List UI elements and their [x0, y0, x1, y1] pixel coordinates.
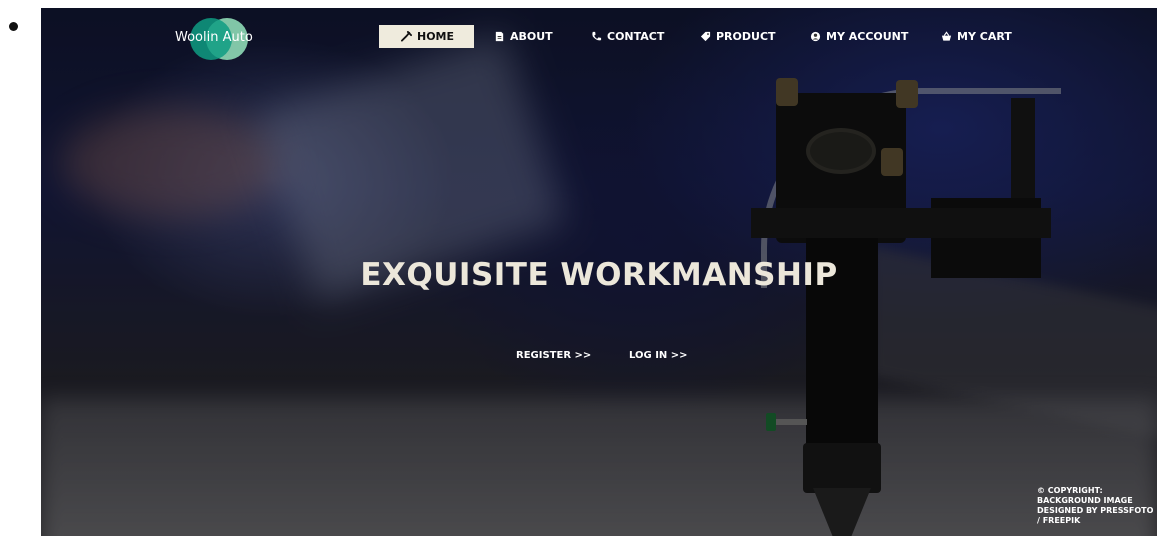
top-navigation: Woolin Auto HOME ABOUT CONTACT PRODUCT M… — [41, 8, 1157, 68]
hero-banner: Woolin Auto HOME ABOUT CONTACT PRODUCT M… — [41, 8, 1157, 536]
user-icon — [810, 31, 821, 42]
brand-name[interactable]: Woolin Auto — [175, 30, 253, 45]
hero-headline: EXQUISITE WORKMANSHIP — [360, 257, 838, 293]
document-icon — [495, 31, 504, 42]
nav-my-account[interactable]: MY ACCOUNT — [810, 25, 908, 48]
nav-contact[interactable]: CONTACT — [591, 25, 664, 48]
nav-contact-label: CONTACT — [607, 30, 665, 43]
nav-my-cart-label: MY CART — [957, 30, 1012, 43]
register-link[interactable]: REGISTER >> — [516, 350, 591, 361]
list-bullet — [9, 22, 18, 31]
nav-my-account-label: MY ACCOUNT — [826, 30, 909, 43]
nav-product[interactable]: PRODUCT — [700, 25, 776, 48]
image-credit: © COPYRIGHT: BACKGROUND IMAGE DESIGNED B… — [1037, 486, 1154, 525]
phone-icon — [592, 31, 602, 41]
nav-home-label: HOME — [417, 30, 455, 43]
nav-about[interactable]: ABOUT — [494, 25, 553, 48]
nav-product-label: PRODUCT — [716, 30, 776, 43]
basket-icon — [941, 31, 952, 41]
nav-home[interactable]: HOME — [379, 25, 475, 48]
login-link[interactable]: LOG IN >> — [629, 350, 688, 361]
wrench-icon — [401, 31, 412, 42]
nav-my-cart[interactable]: MY CART — [941, 25, 1012, 48]
nav-about-label: ABOUT — [510, 30, 553, 43]
tag-icon — [700, 31, 711, 42]
